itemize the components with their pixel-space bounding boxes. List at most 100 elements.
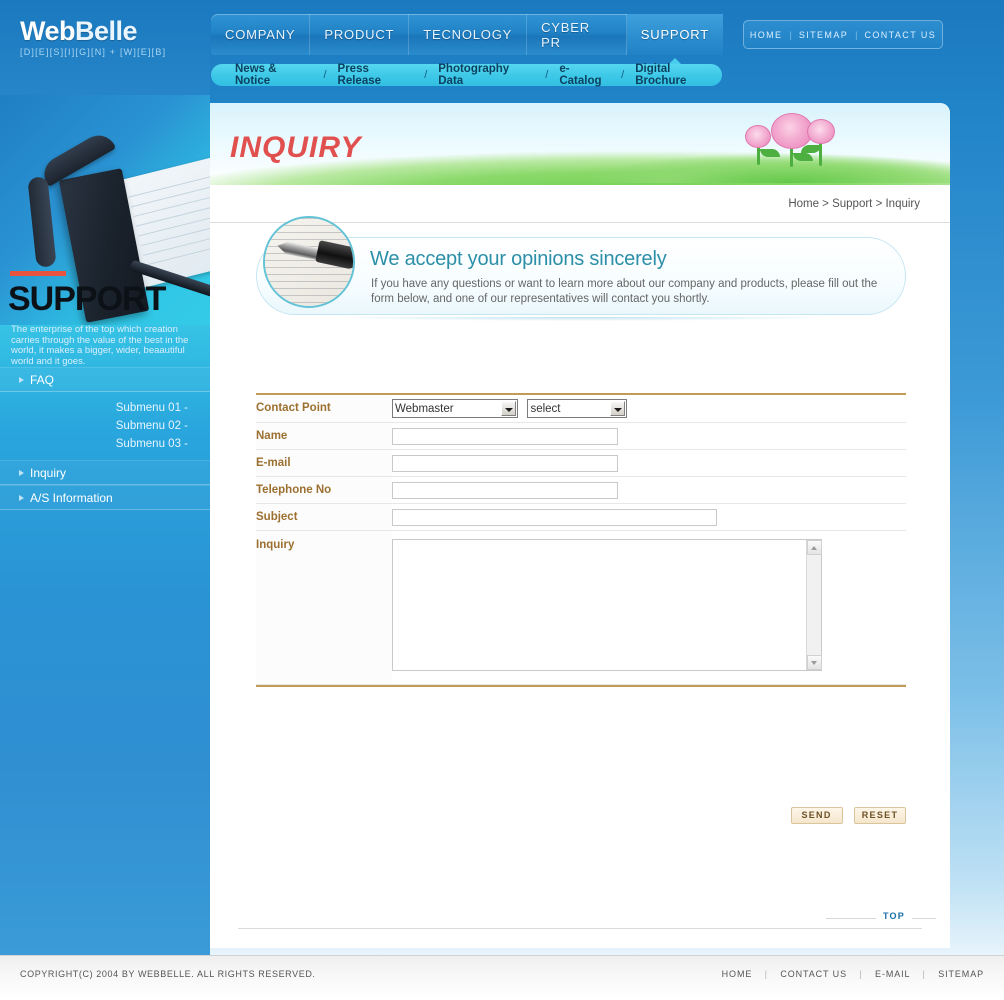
utility-separator: | bbox=[855, 29, 858, 40]
subnav-item-photography-data[interactable]: Photography Data bbox=[438, 63, 534, 87]
logo-text-web: Web bbox=[20, 16, 76, 46]
footer-link-email[interactable]: E-MAIL bbox=[875, 969, 910, 979]
chevron-right-icon bbox=[19, 495, 24, 501]
subnav-separator: / bbox=[424, 69, 428, 81]
sidebar-submenu-02[interactable]: Submenu 02 - bbox=[0, 417, 210, 435]
form-row-telephone: Telephone No bbox=[256, 476, 906, 504]
subnav-item-e-catalog[interactable]: e-Catalog bbox=[559, 63, 610, 87]
subnav-item-news-notice[interactable]: News & Notice bbox=[235, 63, 312, 87]
logo-text-belle: Belle bbox=[75, 16, 138, 46]
back-to-top-row: TOP bbox=[256, 908, 936, 928]
contact-point-primary-select[interactable]: Webmaster bbox=[392, 399, 518, 418]
intro-capsule: We accept your opinions sincerely If you… bbox=[256, 216, 906, 315]
subnav-item-digital-brochure[interactable]: Digital Brochure bbox=[635, 63, 722, 87]
sidebar-menu: FAQ Submenu 01 - Submenu 02 - Submenu 03… bbox=[0, 367, 210, 510]
nav-item-cyber-pr[interactable]: CYBER PR bbox=[527, 14, 627, 55]
utility-separator: | bbox=[789, 29, 792, 40]
sidebar-submenu-group: Submenu 01 - Submenu 02 - Submenu 03 - bbox=[0, 392, 210, 460]
footer-separator: | bbox=[859, 969, 863, 979]
site-header: WebBelle [D][E][S][I][G][N] + [W][E][B] … bbox=[0, 0, 1004, 95]
label-contact-point: Contact Point bbox=[256, 395, 392, 423]
subnav-separator: / bbox=[323, 69, 327, 81]
nav-item-product[interactable]: PRODUCT bbox=[310, 14, 410, 55]
scroll-up-icon[interactable] bbox=[807, 539, 822, 555]
main-nav-list: COMPANY PRODUCT TECNOLOGY CYBER PR SUPPO… bbox=[211, 14, 723, 55]
sidebar-item-label: A/S Information bbox=[30, 491, 113, 505]
utility-link-sitemap[interactable]: SITEMAP bbox=[799, 30, 848, 40]
logo-wordmark: WebBelle bbox=[20, 16, 166, 46]
footer-link-contact-us[interactable]: CONTACT US bbox=[780, 969, 847, 979]
subnav-separator: / bbox=[621, 69, 625, 81]
content-bottom-rule bbox=[238, 928, 922, 929]
left-sidebar: SUPPORT The enterprise of the top which … bbox=[0, 95, 210, 955]
back-to-top-link[interactable]: TOP bbox=[876, 911, 912, 921]
main-navigation: COMPANY PRODUCT TECNOLOGY CYBER PR SUPPO… bbox=[211, 14, 723, 55]
utility-link-contact-us[interactable]: CONTACT US bbox=[864, 30, 936, 40]
intro-capsule-shadow bbox=[262, 317, 902, 326]
utility-links: HOME | SITEMAP | CONTACT US bbox=[743, 20, 943, 49]
sidebar-item-faq[interactable]: FAQ bbox=[0, 367, 210, 392]
contact-point-primary-select-wrap: Webmaster bbox=[392, 399, 518, 418]
chevron-right-icon bbox=[19, 470, 24, 476]
intro-heading: We accept your opinions sincerely bbox=[370, 248, 667, 270]
site-logo[interactable]: WebBelle [D][E][S][I][G][N] + [W][E][B] bbox=[20, 16, 166, 57]
form-table: Contact Point Webmaster select Name E-ma… bbox=[256, 395, 906, 685]
sidebar-submenu-03[interactable]: Submenu 03 - bbox=[0, 435, 210, 453]
subject-input[interactable] bbox=[392, 508, 717, 526]
sidebar-section-title: SUPPORT bbox=[8, 280, 166, 318]
form-row-email: E-mail bbox=[256, 449, 906, 477]
name-input[interactable] bbox=[392, 427, 618, 445]
chevron-right-icon bbox=[19, 377, 24, 383]
form-bottom-rule bbox=[256, 684, 906, 687]
page-banner: INQUIRY bbox=[210, 103, 950, 185]
footer-separator: | bbox=[764, 969, 768, 979]
logo-tagline: [D][E][S][I][G][N] + [W][E][B] bbox=[20, 47, 167, 57]
page-title: INQUIRY bbox=[230, 131, 362, 164]
copyright-text: COPYRIGHT(C) 2004 BY WEBBELLE. ALL RIGHT… bbox=[20, 969, 316, 979]
subnav-item-press-release[interactable]: Press Release bbox=[338, 63, 414, 87]
form-row-subject: Subject bbox=[256, 503, 906, 531]
sidebar-item-as-information[interactable]: A/S Information bbox=[0, 485, 210, 510]
utility-link-home[interactable]: HOME bbox=[750, 30, 783, 40]
telephone-input[interactable] bbox=[392, 481, 618, 499]
sidebar-description: The enterprise of the top which creation… bbox=[11, 324, 189, 367]
footer-links: HOME | CONTACT US | E-MAIL | SITEMAP bbox=[722, 969, 984, 979]
footer-separator: | bbox=[922, 969, 926, 979]
send-button[interactable]: SEND bbox=[790, 807, 843, 824]
label-telephone-no: Telephone No bbox=[256, 476, 392, 504]
nav-item-tecnology[interactable]: TECNOLOGY bbox=[409, 14, 528, 55]
footer-link-home[interactable]: HOME bbox=[722, 969, 753, 979]
sidebar-item-label: FAQ bbox=[30, 373, 55, 387]
label-name: Name bbox=[256, 422, 392, 450]
footer-link-sitemap[interactable]: SITEMAP bbox=[938, 969, 984, 979]
form-row-contact-point: Contact Point Webmaster select bbox=[256, 395, 906, 423]
rose-left-icon bbox=[745, 125, 771, 148]
label-inquiry: Inquiry bbox=[256, 530, 392, 685]
form-row-inquiry: Inquiry bbox=[256, 530, 906, 685]
inquiry-textarea[interactable] bbox=[392, 538, 822, 671]
contact-point-secondary-select[interactable]: select bbox=[527, 399, 628, 418]
sub-navigation: News & Notice / Press Release / Photogra… bbox=[211, 63, 722, 87]
email-input[interactable] bbox=[392, 454, 618, 472]
label-email: E-mail bbox=[256, 449, 392, 477]
inquiry-form: Contact Point Webmaster select Name E-ma… bbox=[256, 393, 906, 687]
sidebar-item-inquiry[interactable]: Inquiry bbox=[0, 460, 210, 485]
breadcrumb: Home > Support > Inquiry bbox=[788, 198, 920, 210]
inquiry-textarea-wrap bbox=[392, 538, 822, 676]
main-content-panel: INQUIRY Home > Support > Inquiry We acce… bbox=[210, 103, 950, 948]
site-footer: COPYRIGHT(C) 2004 BY WEBBELLE. ALL RIGHT… bbox=[0, 955, 1004, 1000]
nav-item-support[interactable]: SUPPORT bbox=[626, 14, 723, 55]
sidebar-accent-rule bbox=[10, 271, 66, 276]
form-row-name: Name bbox=[256, 422, 906, 450]
reset-button[interactable]: RESET bbox=[854, 807, 906, 824]
contact-point-secondary-select-wrap: select bbox=[527, 399, 628, 418]
label-subject: Subject bbox=[256, 503, 392, 531]
nav-item-company[interactable]: COMPANY bbox=[211, 14, 311, 55]
scroll-down-icon[interactable] bbox=[807, 654, 822, 670]
textarea-scrollbar[interactable] bbox=[806, 539, 822, 670]
pen-photo-icon bbox=[263, 216, 355, 308]
intro-paragraph: If you have any questions or want to lea… bbox=[371, 278, 878, 305]
sidebar-submenu-01[interactable]: Submenu 01 - bbox=[0, 399, 210, 417]
subnav-separator: / bbox=[545, 69, 549, 81]
sidebar-item-label: Inquiry bbox=[30, 466, 67, 480]
